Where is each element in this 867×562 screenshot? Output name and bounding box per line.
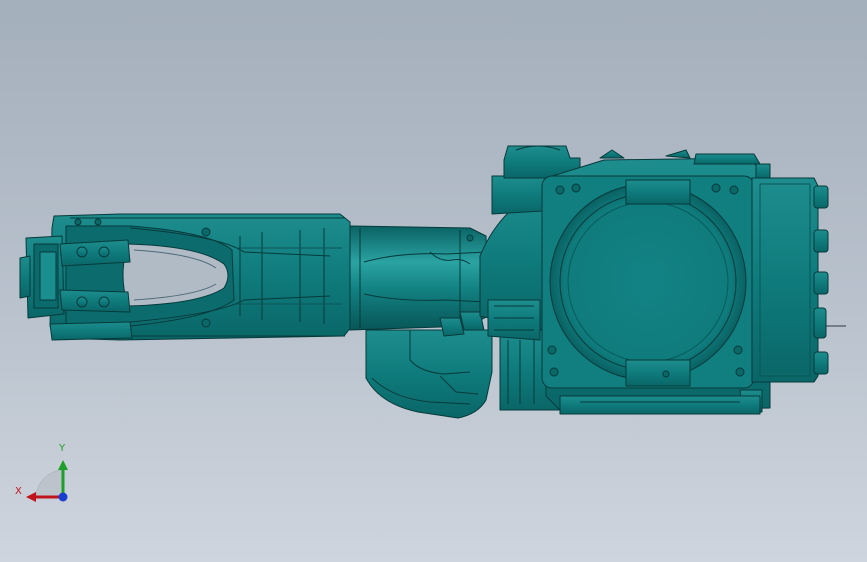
z-axis-dot (58, 492, 68, 502)
triad-plane-shading (35, 469, 64, 498)
x-axis-label: X (15, 486, 22, 497)
y-axis-label: Y (59, 443, 66, 454)
y-axis-arrowhead (58, 460, 68, 470)
cad-graphics-viewport[interactable]: X Y (0, 0, 867, 562)
orientation-triad (26, 460, 68, 502)
x-axis-arrowhead (26, 492, 36, 502)
